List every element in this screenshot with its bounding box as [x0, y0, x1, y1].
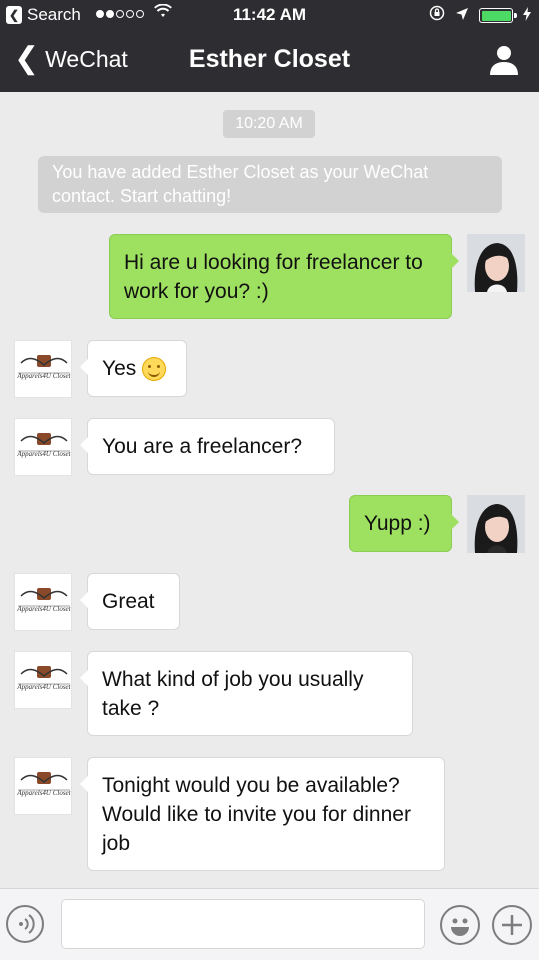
message-text: Yes	[102, 357, 137, 380]
input-bar	[0, 888, 539, 960]
svg-text:Apparels4U Closet: Apparels4U Closet	[16, 372, 71, 380]
system-message: You have added Esther Closet as your WeC…	[38, 156, 502, 213]
location-arrow-icon	[455, 6, 469, 26]
plus-icon[interactable]	[492, 905, 532, 945]
incoming-message-bubble[interactable]: Yes	[80, 340, 187, 397]
voice-icon[interactable]	[6, 905, 44, 943]
chat-title: Esther Closet	[188, 45, 351, 73]
svg-text:Apparels4U Closet: Apparels4U Closet	[16, 450, 71, 458]
incoming-message-bubble[interactable]: You are a freelancer?	[80, 418, 335, 475]
nav-bar: ❮ WeChat Esther Closet	[0, 30, 539, 92]
emoji-icon[interactable]	[440, 905, 480, 945]
contact-avatar[interactable]: Apparels4U Closet	[14, 651, 72, 709]
contact-avatar[interactable]: Apparels4U Closet	[14, 757, 72, 815]
my-avatar[interactable]	[467, 234, 525, 292]
svg-text:Apparels4U Closet: Apparels4U Closet	[16, 605, 71, 613]
incoming-message-bubble[interactable]: What kind of job you usually take ?	[80, 651, 413, 736]
battery-icon	[479, 8, 517, 23]
contact-avatar[interactable]: Apparels4U Closet	[14, 340, 72, 398]
charging-bolt-icon	[523, 6, 531, 26]
incoming-message-bubble[interactable]: Tonight would you be available? Would li…	[80, 757, 445, 871]
outgoing-message-bubble[interactable]: Hi are u looking for freelancer to work …	[109, 234, 459, 319]
smiling-face-icon	[142, 357, 167, 382]
contact-avatar[interactable]: Apparels4U Closet	[14, 418, 72, 476]
timestamp: 10:20 AM	[223, 110, 315, 138]
incoming-message-bubble[interactable]: Great	[80, 573, 180, 630]
my-avatar[interactable]	[467, 495, 525, 553]
rotation-lock-icon	[429, 5, 445, 26]
svg-text:Apparels4U Closet: Apparels4U Closet	[16, 683, 71, 691]
svg-text:Apparels4U Closet: Apparels4U Closet	[16, 789, 71, 797]
contact-avatar[interactable]: Apparels4U Closet	[14, 573, 72, 631]
status-bar: ❮ Search 11:42 AM	[0, 0, 539, 30]
message-input[interactable]	[61, 899, 425, 949]
outgoing-message-bubble[interactable]: Yupp :)	[349, 495, 459, 552]
person-icon[interactable]	[489, 44, 519, 76]
chat-area: 10:20 AM You have added Esther Closet as…	[0, 92, 539, 888]
